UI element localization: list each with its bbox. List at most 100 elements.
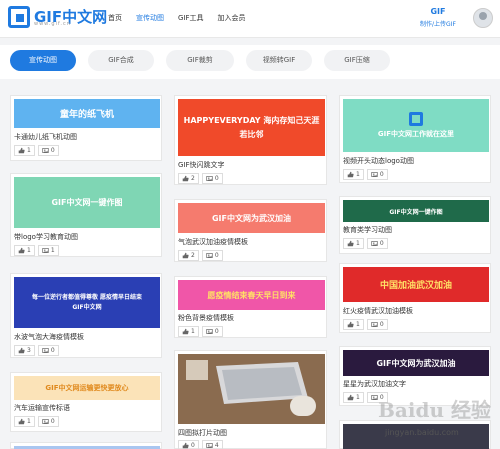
logo-mark-icon <box>409 112 423 126</box>
gif-card-partial[interactable] <box>10 442 162 449</box>
like-count[interactable]: 1 <box>14 416 35 427</box>
nav-promo-gifs[interactable]: 宣传动图 <box>136 13 164 23</box>
nav-home[interactable]: 首页 <box>108 13 122 23</box>
like-count-value: 3 <box>27 347 31 354</box>
gif-card[interactable]: GIF中文网一键作图 教育类学习动图 10 <box>339 196 491 254</box>
thumb-text: GIF中文网工作就在这里 <box>377 130 455 138</box>
gif-card[interactable]: 童年的纸飞机 卡通幼儿纸飞机动图 10 <box>10 95 162 161</box>
view-count: 1 <box>37 245 59 256</box>
category-tabs: 宣传动图 GIF合成 GIF裁剪 视频转GIF GIF压缩 <box>0 45 500 79</box>
thumbs-up-icon <box>182 175 189 182</box>
card-title[interactable]: 教育类学习动图 <box>343 225 392 235</box>
view-count: 0 <box>37 145 59 156</box>
like-count-value: 2 <box>191 175 195 182</box>
view-count-value: 1 <box>50 247 55 254</box>
card-stats: 20 <box>178 250 226 261</box>
thumb-text: 愿疫情结束春天早日到来 <box>207 290 296 300</box>
gif-card[interactable]: HAPPYEVERYDAY 海内存知己天涯若比邻 GIF快闪跳文字 20 <box>174 95 327 185</box>
card-stats: 10 <box>14 416 62 427</box>
like-count[interactable]: 1 <box>343 238 364 249</box>
site-header: GIF中文网 www.gif.cn 首页 宣传动图 GIF工具 加入会员 GIF… <box>0 0 500 38</box>
like-count[interactable]: 1 <box>178 326 199 337</box>
view-count-value: 0 <box>50 347 55 354</box>
make-gif-link[interactable]: GIF 制作/上传GIF <box>420 7 456 28</box>
view-count-value: 0 <box>214 252 219 259</box>
card-thumbnail[interactable]: GIF中文网为武汉加油 <box>178 203 325 233</box>
gif-card[interactable]: 愿疫情结束春天早日到来 粉色背景疫情模板 10 <box>174 276 327 338</box>
card-title[interactable]: 水波气泡大海疫情模板 <box>14 332 84 342</box>
like-count[interactable]: 3 <box>14 345 35 356</box>
card-thumbnail[interactable]: GIF中文网一键作图 <box>343 200 489 222</box>
card-stats: 30 <box>14 345 62 356</box>
tab-gif-merge[interactable]: GIF合成 <box>88 50 154 71</box>
user-avatar[interactable] <box>473 8 493 28</box>
card-thumbnail[interactable]: 每一位逆行者都值得尊敬 愿疫情早日结束 GIF中文网 <box>14 277 160 328</box>
card-thumbnail[interactable]: GIF中文网为武汉加油 <box>343 350 489 376</box>
card-title[interactable]: 视频开头动态logo动图 <box>343 156 414 166</box>
gif-card[interactable]: 每一位逆行者都值得尊敬 愿疫情早日结束 GIF中文网 水波气泡大海疫情模板 30 <box>10 273 162 358</box>
thumbs-up-icon <box>347 171 354 178</box>
like-count[interactable]: 2 <box>178 250 199 261</box>
card-title[interactable]: 带logo学习教育动图 <box>14 232 78 242</box>
view-count-value: 0 <box>214 328 219 335</box>
like-count[interactable]: 1 <box>343 319 364 330</box>
card-stats: 10 <box>343 238 391 249</box>
card-title[interactable]: 汽车运输宣传标语 <box>14 403 70 413</box>
card-thumbnail[interactable]: 愿疫情结束春天早日到来 <box>178 280 325 310</box>
thumb-text: 童年的纸飞机 <box>59 110 114 120</box>
gif-card[interactable]: GIF中文网运输更快更放心 汽车运输宣传标语 10 <box>10 372 162 432</box>
tab-promo[interactable]: 宣传动图 <box>10 50 76 71</box>
image-icon <box>371 322 378 327</box>
nav-gif-tools[interactable]: GIF工具 <box>178 13 204 23</box>
view-count-value: 0 <box>379 171 384 178</box>
gif-card[interactable]: GIF中文网为武汉加油 气泡武汉加油疫情模板 20 <box>174 199 327 262</box>
gif-card[interactable]: 四图拟打片动图 04 <box>174 350 327 449</box>
thumbs-up-icon <box>18 147 25 154</box>
gif-card[interactable]: 中国加油武汉加油 红火疫情武汉加油模板 10 <box>339 263 491 333</box>
card-thumbnail[interactable] <box>178 354 325 424</box>
card-title[interactable]: 气泡武汉加油疫情模板 <box>178 237 248 247</box>
card-thumbnail[interactable]: 中国加油武汉加油 <box>343 267 489 302</box>
thumbs-up-icon <box>347 240 354 247</box>
card-title[interactable]: 星星为武汉加油文字 <box>343 379 406 389</box>
card-title[interactable]: 四图拟打片动图 <box>178 428 227 438</box>
like-count[interactable]: 0 <box>178 440 199 449</box>
like-count[interactable]: 2 <box>178 173 199 184</box>
like-count[interactable]: 1 <box>343 169 364 180</box>
card-title[interactable]: 粉色背景疫情模板 <box>178 313 234 323</box>
like-count-value: 1 <box>191 328 195 335</box>
card-title[interactable]: 红火疫情武汉加油模板 <box>343 306 413 316</box>
card-stats: 11 <box>14 245 62 256</box>
thumb-text: HAPPYEVERYDAY 海内存知己天涯若比邻 <box>183 115 320 139</box>
view-count: 0 <box>366 319 388 330</box>
like-count[interactable]: 1 <box>14 145 35 156</box>
like-count-value: 1 <box>27 247 31 254</box>
view-count-value: 0 <box>50 147 55 154</box>
card-thumbnail[interactable]: 童年的纸飞机 <box>14 99 160 128</box>
thumb-text: 每一位逆行者都值得尊敬 愿疫情早日结束 GIF中文网 <box>31 293 143 311</box>
like-count[interactable]: 1 <box>343 392 364 403</box>
card-thumbnail[interactable]: GIF中文网工作就在这里 <box>343 99 489 152</box>
tab-gif-crop[interactable]: GIF裁剪 <box>166 50 234 71</box>
tab-video-to-gif[interactable]: 视频转GIF <box>246 50 312 71</box>
nav-membership[interactable]: 加入会员 <box>218 13 246 23</box>
card-title[interactable]: GIF快闪跳文字 <box>178 160 225 170</box>
card-thumbnail[interactable]: GIF中文网运输更快更放心 <box>14 376 160 400</box>
image-icon <box>371 172 378 177</box>
thumbs-up-icon <box>18 247 25 254</box>
like-count[interactable]: 1 <box>14 245 35 256</box>
card-thumbnail[interactable]: GIF中文网一键作图 <box>14 177 160 228</box>
image-icon <box>206 176 213 181</box>
card-stats: 04 <box>178 440 226 449</box>
gif-card[interactable]: GIF中文网一键作图 带logo学习教育动图 11 <box>10 173 162 257</box>
view-count: 0 <box>366 238 388 249</box>
card-stats: 10 <box>178 326 226 337</box>
card-stats: 20 <box>178 173 226 184</box>
like-count-value: 2 <box>191 252 195 259</box>
card-title[interactable]: 卡通幼儿纸飞机动图 <box>14 132 77 142</box>
card-thumbnail[interactable]: HAPPYEVERYDAY 海内存知己天涯若比邻 <box>178 99 325 156</box>
thumbs-up-icon <box>347 321 354 328</box>
tab-gif-compress[interactable]: GIF压缩 <box>324 50 390 71</box>
gif-card[interactable]: GIF中文网工作就在这里 视频开头动态logo动图 1 0 <box>339 95 491 183</box>
card-stats: 10 <box>14 145 62 156</box>
